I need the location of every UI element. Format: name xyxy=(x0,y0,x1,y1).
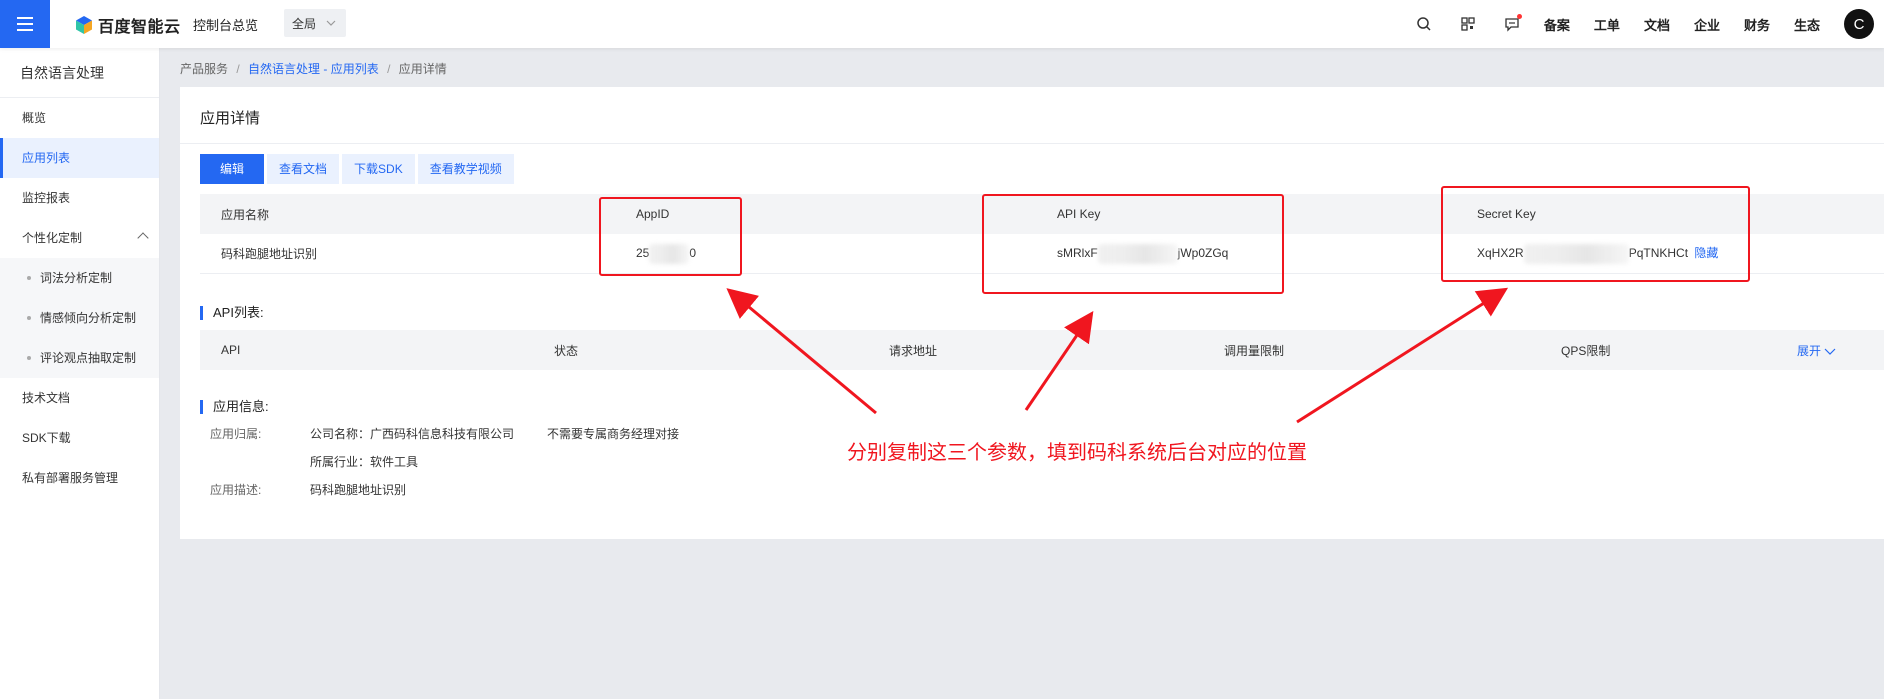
description-label: 应用描述: xyxy=(210,483,262,497)
search-icon[interactable] xyxy=(1412,12,1436,36)
description-value: 码科跑腿地址识别 xyxy=(310,483,407,497)
company-name: 公司名称：广西码科信息科技有限公司 xyxy=(310,427,515,441)
divider xyxy=(180,143,1884,144)
sidebar-item-sdk-download[interactable]: SDK下载 xyxy=(0,418,159,458)
industry: 所属行业：软件工具 xyxy=(310,455,419,469)
col-call-limit: 调用量限制 xyxy=(1224,343,1285,358)
api-list-title: API列表: xyxy=(200,306,264,320)
api-list-table: API 状态 请求地址 调用量限制 QPS限制 展开 xyxy=(200,330,1884,370)
baidu-cloud-logo[interactable]: 百度智能云 xyxy=(74,13,181,37)
top-link-enterprise[interactable]: 企业 xyxy=(1694,15,1720,34)
logo-cube-icon xyxy=(76,16,92,34)
top-link-finance[interactable]: 财务 xyxy=(1744,15,1770,34)
sidebar-item-overview[interactable]: 概览 xyxy=(0,98,159,138)
appid-highlight-box xyxy=(599,197,742,276)
expand-label: 展开 xyxy=(1797,343,1822,358)
annotation-text: 分别复制这三个参数，填到码科系统后台对应的位置 xyxy=(847,442,1307,464)
logo-text: 百度智能云 xyxy=(98,19,181,36)
hamburger-menu-button[interactable] xyxy=(0,0,50,48)
sidebar-item-app-list[interactable]: 应用列表 xyxy=(0,138,159,178)
sidebar-subgroup: 词法分析定制 情感倾向分析定制 评论观点抽取定制 xyxy=(0,258,159,378)
chevron-down-icon xyxy=(1824,348,1836,355)
app-name-value: 码科跑腿地址识别 xyxy=(221,247,318,261)
secretkey-highlight-box xyxy=(1441,186,1750,282)
apikey-highlight-box xyxy=(982,194,1284,294)
view-tutorial-button[interactable]: 查看教学视频 xyxy=(417,154,514,184)
chevron-down-icon xyxy=(326,20,336,26)
business-manager: 不需要专属商务经理对接 xyxy=(547,427,680,441)
top-link-ecosystem[interactable]: 生态 xyxy=(1794,15,1820,34)
col-request-url: 请求地址 xyxy=(889,343,938,358)
page-title: 应用详情 xyxy=(200,110,261,127)
sidebar-item-label: 个性化定制 xyxy=(22,231,83,245)
sidebar-item-opinion-custom[interactable]: 评论观点抽取定制 xyxy=(0,338,159,378)
top-link-ticket[interactable]: 工单 xyxy=(1594,15,1620,34)
breadcrumb: 产品服务 / 自然语言处理 - 应用列表 / 应用详情 xyxy=(180,60,447,77)
sidebar-item-private-deploy[interactable]: 私有部署服务管理 xyxy=(0,458,159,498)
breadcrumb-separator: / xyxy=(236,62,240,76)
console-overview-link[interactable]: 控制台总览 xyxy=(193,15,258,34)
edit-button[interactable]: 编辑 xyxy=(200,154,265,184)
sidebar-title: 自然语言处理 xyxy=(0,48,159,98)
top-link-beian[interactable]: 备案 xyxy=(1544,15,1570,34)
col-app-name: 应用名称 xyxy=(221,207,270,222)
app-detail-panel: 应用详情 编辑 查看文档 下载SDK 查看教学视频 应用名称 AppID API… xyxy=(180,87,1884,539)
app-info-title: 应用信息: xyxy=(200,400,269,414)
sidebar-item-monitoring[interactable]: 监控报表 xyxy=(0,178,159,218)
region-value: 全局 xyxy=(292,16,317,31)
sidebar-item-sentiment-custom[interactable]: 情感倾向分析定制 xyxy=(0,298,159,338)
view-docs-button[interactable]: 查看文档 xyxy=(267,154,340,184)
sidebar-item-customization[interactable]: 个性化定制 xyxy=(0,218,159,258)
col-status: 状态 xyxy=(554,343,579,358)
owner-label: 应用归属: xyxy=(210,427,262,441)
notification-dot xyxy=(1516,14,1522,19)
chevron-up-icon xyxy=(137,232,149,244)
col-qps-limit: QPS限制 xyxy=(1561,343,1611,358)
message-icon[interactable] xyxy=(1500,12,1524,36)
download-sdk-button[interactable]: 下载SDK xyxy=(342,154,415,184)
region-select[interactable]: 全局 xyxy=(284,9,346,37)
sidebar-item-lexical-custom[interactable]: 词法分析定制 xyxy=(0,258,159,298)
top-link-docs[interactable]: 文档 xyxy=(1644,15,1670,34)
breadcrumb-current: 应用详情 xyxy=(398,62,447,76)
sidebar: 自然语言处理 概览 应用列表 监控报表 个性化定制 词法分析定制 情感倾向分析定… xyxy=(0,48,160,699)
expand-button[interactable]: 展开 xyxy=(1797,342,1836,359)
qrcode-icon[interactable] xyxy=(1456,12,1480,36)
top-navbar: 百度智能云 控制台总览 全局 备案 工单 文档 企业 财务 生态 C xyxy=(0,0,1884,48)
breadcrumb-separator: / xyxy=(387,62,391,76)
breadcrumb-link[interactable]: 自然语言处理 - 应用列表 xyxy=(248,62,379,76)
sidebar-item-tech-docs[interactable]: 技术文档 xyxy=(0,378,159,418)
user-avatar[interactable]: C xyxy=(1844,9,1874,39)
col-api: API xyxy=(221,343,241,357)
action-buttons: 编辑 查看文档 下载SDK 查看教学视频 xyxy=(200,154,514,184)
table-header: API 状态 请求地址 调用量限制 QPS限制 展开 xyxy=(200,330,1884,370)
breadcrumb-root[interactable]: 产品服务 xyxy=(180,62,228,76)
